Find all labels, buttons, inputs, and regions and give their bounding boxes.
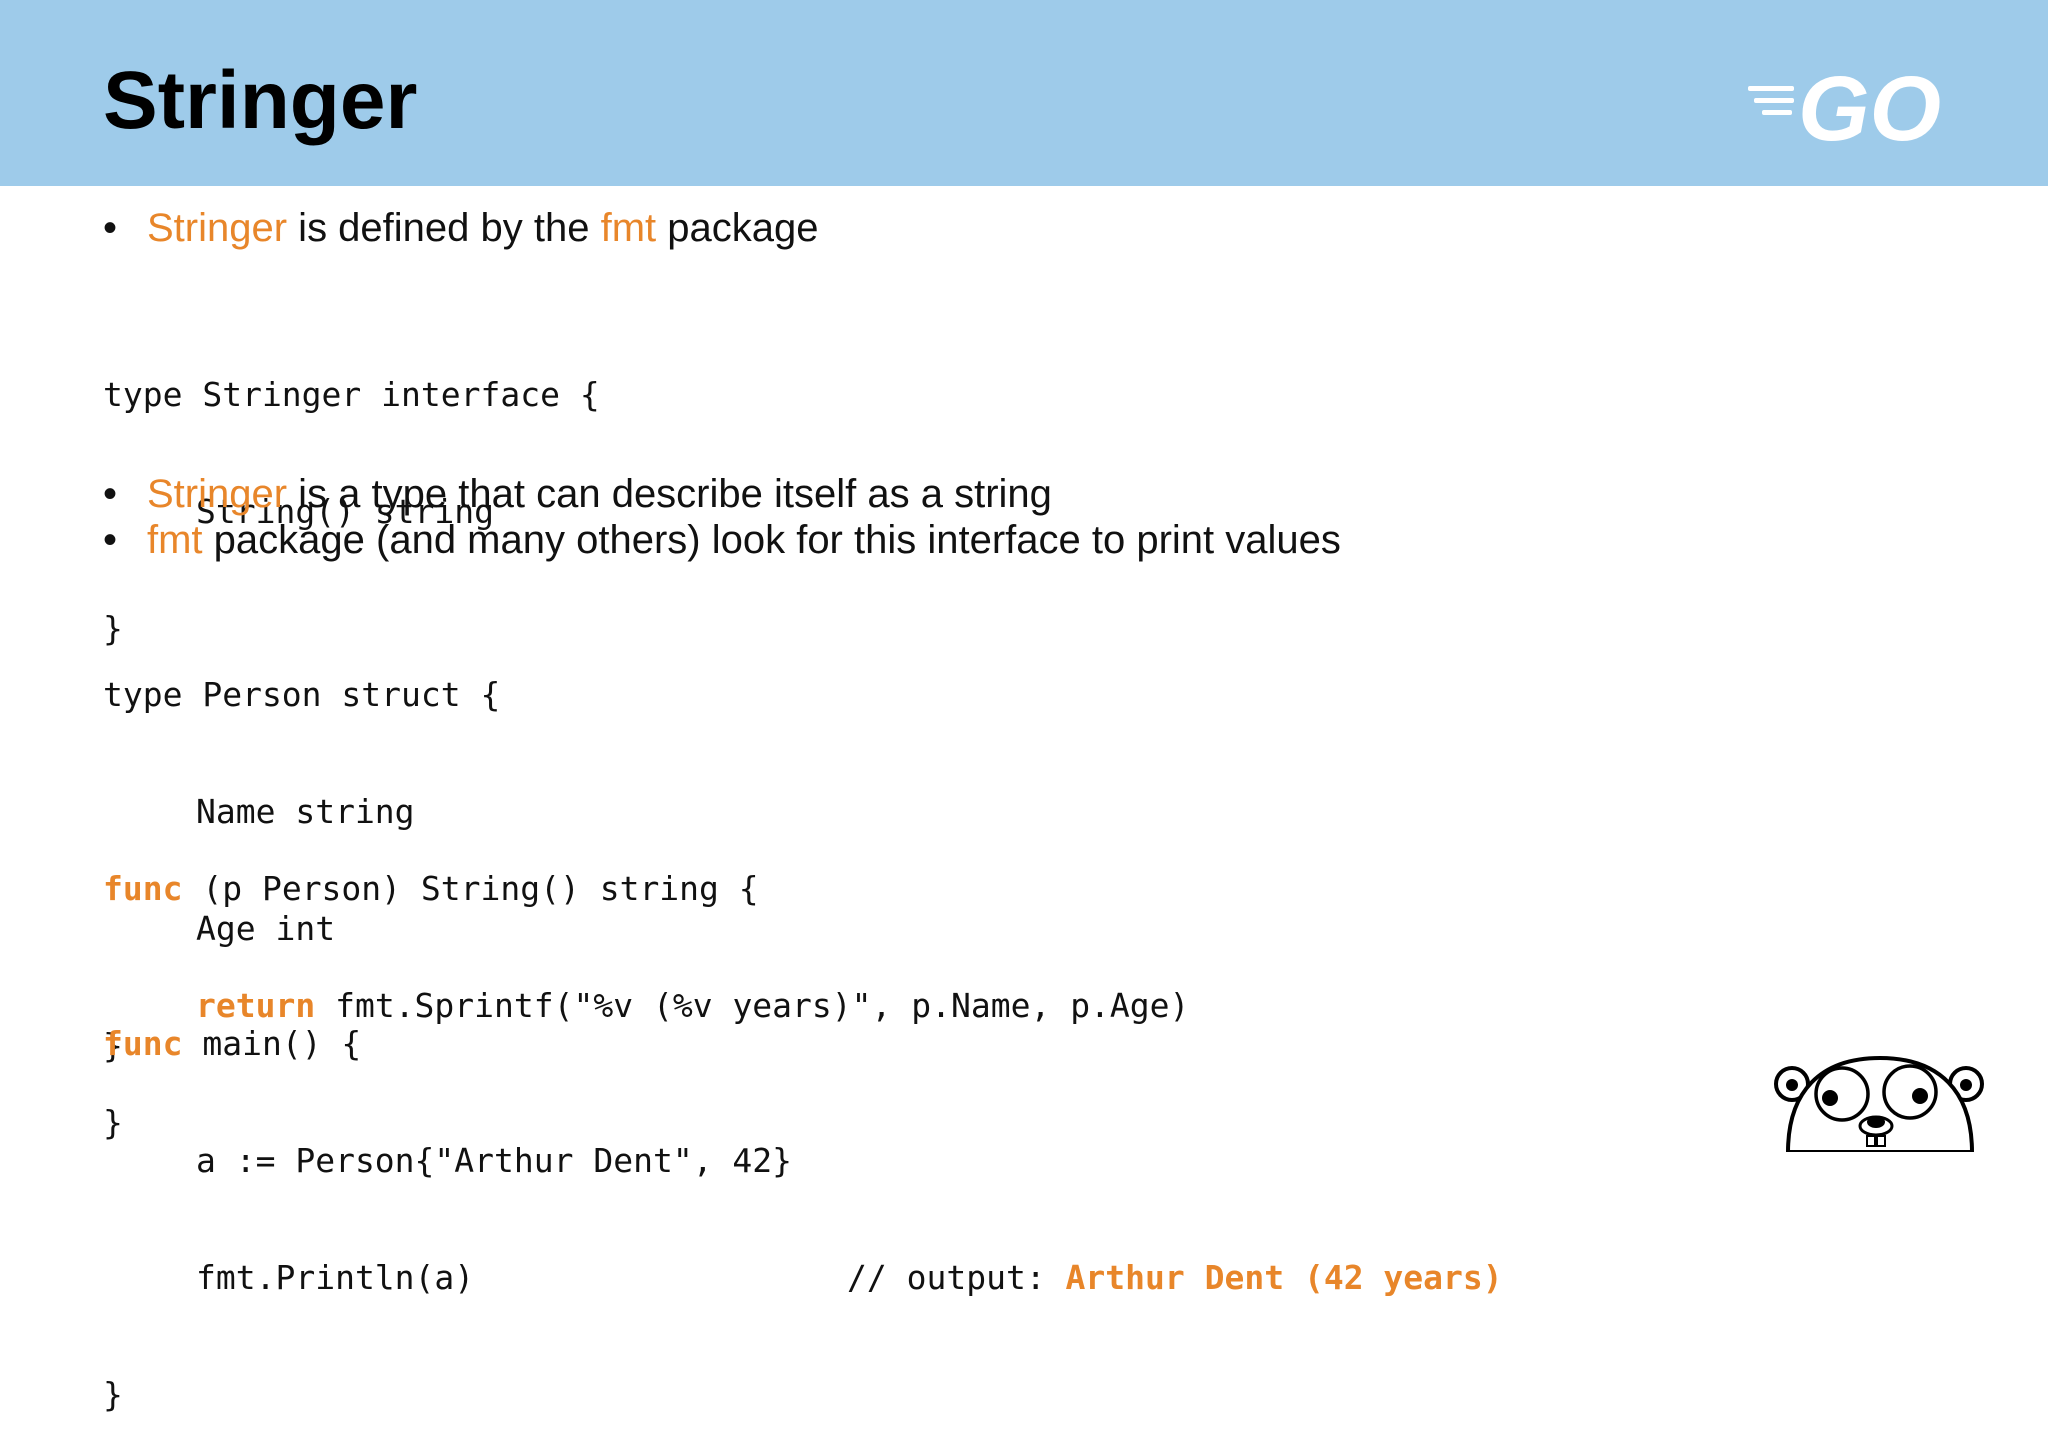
bullet-text: package	[656, 206, 819, 250]
bullet-dot: •	[103, 472, 118, 516]
code-line: a := Person{"Arthur Dent", 42}	[196, 1141, 793, 1180]
bullet-text: package (and many others) look for this …	[202, 518, 1341, 562]
code-output: Arthur Dent (42 years)	[1065, 1258, 1503, 1297]
bullet-keyword: fmt	[147, 518, 203, 562]
bullet-text: is a type that can describe itself as a …	[287, 472, 1052, 516]
go-logo-icon: GO	[1748, 58, 1941, 156]
bullet-fmt-looks: • fmt package (and many others) look for …	[103, 515, 1341, 565]
code-line: type Stringer interface {	[103, 375, 600, 414]
bullet-keyword: fmt	[600, 206, 657, 250]
code-line: fmt.Println(a)// output: Arthur Dent (42…	[196, 1258, 1503, 1297]
bullet-text: is defined by the	[287, 206, 601, 250]
code-line: func main() {	[103, 1024, 362, 1063]
slide-title: Stringer	[103, 55, 418, 146]
bullet-keyword: Stringer	[147, 472, 288, 516]
code-line: func (p Person) String() string {	[103, 869, 759, 908]
gopher-mascot-icon	[1774, 1055, 1984, 1152]
bullet-dot: •	[103, 206, 118, 250]
code-block-main: func main() { a := Person{"Arthur Dent",…	[103, 946, 1503, 1453]
slide-header: Stringer GO	[0, 0, 2048, 186]
code-comment: // output: Arthur Dent (42 years)	[847, 1258, 1503, 1297]
bullet-stringer-describes: • Stringer is a type that can describe it…	[103, 469, 1052, 519]
bullet-stringer-defined: • Stringer is defined by the fmt package	[103, 203, 819, 253]
bullet-dot: •	[103, 518, 118, 562]
code-line: type Person struct {	[103, 675, 501, 714]
bullet-keyword: Stringer	[147, 206, 288, 250]
code-line: }	[103, 1375, 123, 1414]
svg-text:GO: GO	[1798, 58, 1941, 156]
